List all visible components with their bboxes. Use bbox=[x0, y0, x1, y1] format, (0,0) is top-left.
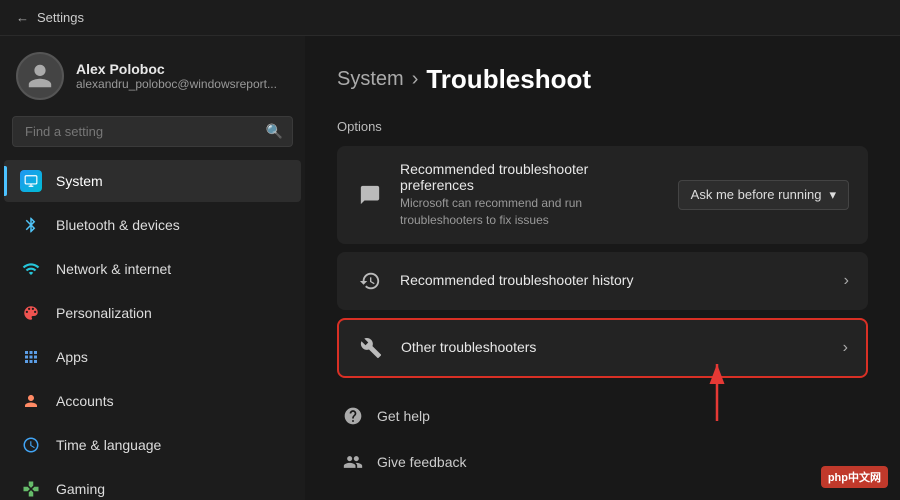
card-content-other-troubleshooters: Other troubleshooters bbox=[401, 339, 827, 357]
dropdown-action[interactable]: Ask me before running ▾ bbox=[678, 180, 849, 210]
accounts-icon bbox=[20, 390, 42, 412]
main-layout: Alex Poloboc alexandru_poloboc@windowsre… bbox=[0, 36, 900, 500]
sidebar-item-label-network: Network & internet bbox=[56, 261, 171, 277]
help-icon bbox=[341, 404, 365, 428]
user-name: Alex Poloboc bbox=[76, 61, 277, 77]
sidebar-item-label-time: Time & language bbox=[56, 437, 161, 453]
wrench-icon bbox=[357, 334, 385, 362]
search-icon: 🔍 bbox=[266, 123, 283, 140]
get-help-label: Get help bbox=[377, 408, 430, 424]
give-feedback-link[interactable]: Give feedback bbox=[337, 440, 868, 484]
time-icon bbox=[20, 434, 42, 456]
title-bar: ← Settings bbox=[0, 0, 900, 36]
sidebar-item-network[interactable]: Network & internet bbox=[4, 248, 301, 290]
system-icon bbox=[20, 170, 42, 192]
sidebar-item-label-system: System bbox=[56, 173, 103, 189]
search-box: 🔍 bbox=[12, 116, 293, 147]
breadcrumb-current: Troubleshoot bbox=[426, 64, 591, 95]
breadcrumb-separator: › bbox=[412, 68, 419, 91]
dropdown-button[interactable]: Ask me before running ▾ bbox=[678, 180, 849, 210]
bluetooth-icon bbox=[20, 214, 42, 236]
sidebar-item-apps[interactable]: Apps bbox=[4, 336, 301, 378]
card-title-other-troubleshooters: Other troubleshooters bbox=[401, 339, 827, 355]
breadcrumb: System › Troubleshoot bbox=[337, 64, 868, 95]
sidebar-item-gaming[interactable]: Gaming bbox=[4, 468, 301, 500]
user-info: Alex Poloboc alexandru_poloboc@windowsre… bbox=[76, 61, 277, 91]
options-label: Options bbox=[337, 119, 868, 134]
card-title-recommended-history: Recommended troubleshooter history bbox=[400, 272, 828, 288]
card-other-troubleshooters[interactable]: Other troubleshooters › bbox=[337, 318, 868, 378]
network-icon bbox=[20, 258, 42, 280]
chevron-action-other: › bbox=[843, 339, 848, 357]
card-content-recommended-prefs: Recommended troubleshooter preferences M… bbox=[400, 161, 662, 229]
history-icon bbox=[356, 267, 384, 295]
avatar bbox=[16, 52, 64, 100]
sidebar-item-personalization[interactable]: Personalization bbox=[4, 292, 301, 334]
help-links: Get help Give feedback bbox=[337, 394, 868, 484]
sidebar-item-label-apps: Apps bbox=[56, 349, 88, 365]
sidebar-item-label-bluetooth: Bluetooth & devices bbox=[56, 217, 180, 233]
back-button[interactable]: ← bbox=[16, 10, 29, 25]
chevron-action-history: › bbox=[844, 272, 849, 290]
apps-icon bbox=[20, 346, 42, 368]
card-content-recommended-history: Recommended troubleshooter history bbox=[400, 272, 828, 290]
card-recommended-history[interactable]: Recommended troubleshooter history › bbox=[337, 252, 868, 310]
give-feedback-label: Give feedback bbox=[377, 454, 467, 470]
chat-icon bbox=[356, 181, 384, 209]
content-area: System › Troubleshoot Options Recommende… bbox=[305, 36, 900, 500]
card-recommended-prefs[interactable]: Recommended troubleshooter preferences M… bbox=[337, 146, 868, 244]
feedback-icon bbox=[341, 450, 365, 474]
sidebar-item-system[interactable]: System bbox=[4, 160, 301, 202]
sidebar-item-label-gaming: Gaming bbox=[56, 481, 105, 497]
card-title-recommended-prefs: Recommended troubleshooter preferences bbox=[400, 161, 662, 193]
sidebar-item-label-personalization: Personalization bbox=[56, 305, 152, 321]
sidebar: Alex Poloboc alexandru_poloboc@windowsre… bbox=[0, 36, 305, 500]
breadcrumb-parent[interactable]: System bbox=[337, 68, 404, 91]
sidebar-item-bluetooth[interactable]: Bluetooth & devices bbox=[4, 204, 301, 246]
php-watermark: php中文网 bbox=[821, 466, 888, 488]
gaming-icon bbox=[20, 478, 42, 500]
get-help-link[interactable]: Get help bbox=[337, 394, 868, 438]
chevron-right-icon: › bbox=[844, 272, 849, 290]
sidebar-item-time[interactable]: Time & language bbox=[4, 424, 301, 466]
user-icon bbox=[26, 62, 54, 90]
personalization-icon bbox=[20, 302, 42, 324]
app-title: Settings bbox=[37, 10, 84, 25]
card-subtitle-recommended-prefs: Microsoft can recommend and run troubles… bbox=[400, 195, 662, 229]
sidebar-item-label-accounts: Accounts bbox=[56, 393, 114, 409]
dropdown-label: Ask me before running bbox=[691, 187, 822, 202]
user-profile[interactable]: Alex Poloboc alexandru_poloboc@windowsre… bbox=[0, 36, 305, 112]
dropdown-chevron-icon: ▾ bbox=[829, 187, 836, 203]
search-input[interactable] bbox=[12, 116, 293, 147]
chevron-right-icon-2: › bbox=[843, 339, 848, 357]
sidebar-item-accounts[interactable]: Accounts bbox=[4, 380, 301, 422]
user-email: alexandru_poloboc@windowsreport... bbox=[76, 77, 277, 91]
